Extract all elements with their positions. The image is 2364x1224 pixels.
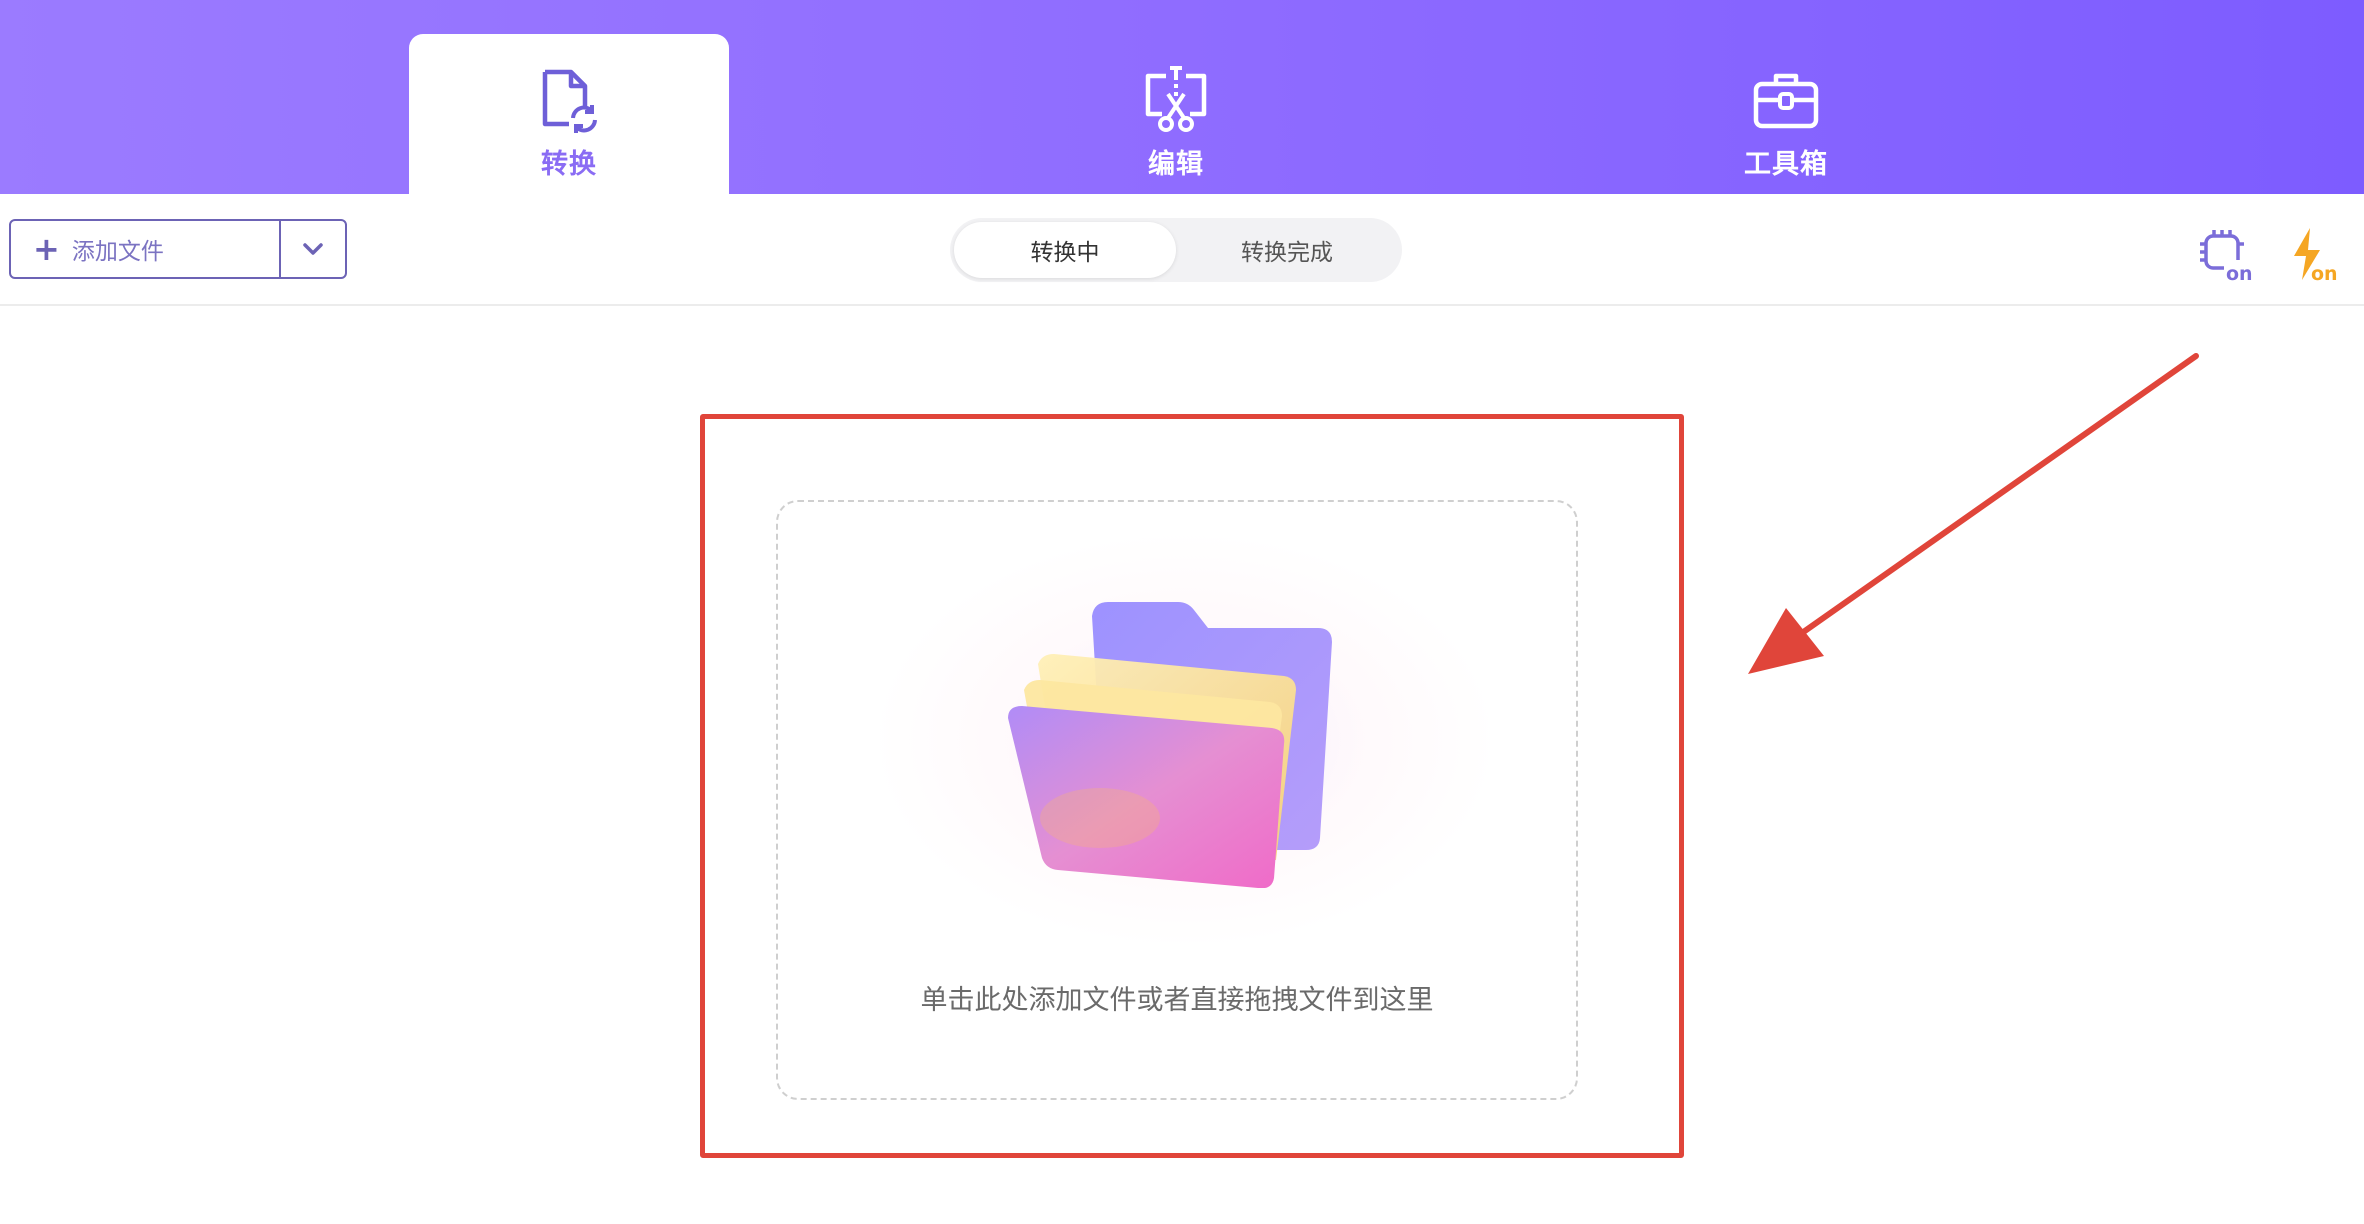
tab-converted[interactable]: 转换完成 [1176, 222, 1398, 278]
annotation-arrow-icon [1748, 353, 2199, 674]
drop-zone-hint: 单击此处添加文件或者直接拖拽文件到这里 [920, 985, 1434, 1016]
chevron-down-icon [303, 243, 323, 255]
add-file-split-button: + 添加文件 [9, 219, 347, 279]
add-file-button[interactable]: + 添加文件 [11, 221, 279, 277]
top-header: 转换 编辑 工具箱 [0, 0, 2364, 194]
fast-mode-on-icon[interactable]: on [2284, 224, 2344, 284]
conversion-status-tabs: 转换中 转换完成 [950, 218, 1402, 282]
tab-toolbox-label: 工具箱 [1744, 149, 1828, 180]
edit-cut-icon [1145, 66, 1207, 132]
toolbox-icon [1753, 73, 1819, 129]
plus-icon: + [33, 230, 60, 268]
tab-convert-label: 转换 [541, 149, 597, 180]
fast-on-text: on [2311, 263, 2338, 284]
tab-convert[interactable]: 转换 [409, 34, 729, 194]
file-convert-icon [542, 69, 597, 133]
tab-edit[interactable]: 编辑 [1016, 34, 1336, 194]
folder-icon [1008, 602, 1332, 888]
gpu-acceleration-on-icon[interactable]: on [2196, 224, 2256, 284]
tab-toolbox[interactable]: 工具箱 [1626, 34, 1946, 194]
app-window: 转换 编辑 工具箱 + 添加文件 转换中 转换完成 on on 单击此处添加文件… [0, 0, 2364, 1224]
tab-converting[interactable]: 转换中 [954, 222, 1176, 278]
add-file-dropdown-button[interactable] [279, 221, 345, 277]
gpu-on-text: on [2226, 263, 2253, 284]
add-file-label: 添加文件 [71, 239, 164, 265]
tab-edit-label: 编辑 [1148, 149, 1204, 180]
toolbar: + 添加文件 转换中 转换完成 on on [0, 194, 2364, 306]
